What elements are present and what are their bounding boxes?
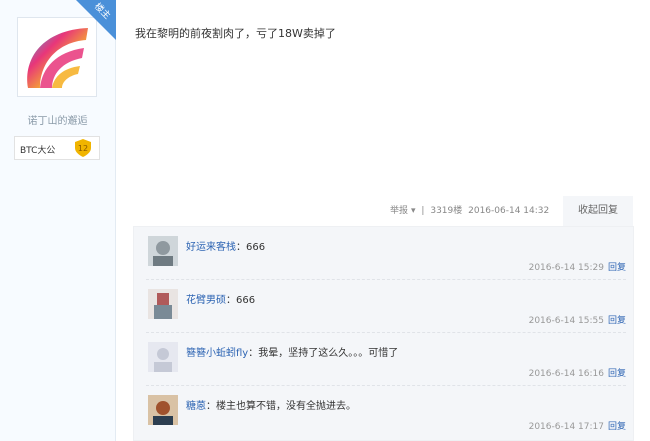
list-item: 簪簪小蚯蚓fly：我晕，坚持了这么久。。。可惜了 2016-6-14 16:16… [146,333,626,386]
list-item: 好运来客栈：666 2016-6-14 15:29 回复 [146,227,626,280]
reply-content: 楼主也算不错，没有全抛进去。 [216,401,356,412]
reply-avatar[interactable] [148,236,178,266]
list-item: 糖蒽：楼主也算不错，没有全抛进去。 2016-6-14 17:17 回复 [146,386,626,438]
member-badge[interactable]: BTC大公 12 [14,136,100,160]
reply-nickname[interactable]: 花臂男硕 [186,295,226,306]
reply-button[interactable]: 回复 [608,369,626,379]
post-content: 我在黎明的前夜割肉了，亏了18W卖掉了 [135,27,336,40]
floor-number: 3319楼 [430,206,463,216]
member-badge-name: BTC大公 [20,146,56,156]
reply-time: 2016-6-14 15:29 [528,263,604,273]
reply-nickname[interactable]: 簪簪小蚯蚓fly [186,348,248,359]
member-badge-level: 12 [78,144,88,153]
reply-time: 2016-6-14 16:16 [528,369,604,379]
reply-button[interactable]: 回复 [608,422,626,432]
separator: | [421,206,425,216]
op-badge: 楼主 [76,0,116,40]
reply-nickname[interactable]: 好运来客栈 [186,242,236,253]
reply-content: 我晕，坚持了这么久。。。可惜了 [258,348,399,359]
reply-avatar[interactable] [148,395,178,425]
post-time: 2016-06-14 14:32 [468,206,550,216]
level-shield-icon: 12 [73,139,93,157]
collapse-replies-button[interactable]: 收起回复 [563,196,633,226]
post-meta-bar: 举报 ▾ | 3319楼 2016-06-14 14:32 [390,203,552,216]
report-link[interactable]: 举报 [390,206,408,216]
reply-content: 666 [236,295,256,306]
chevron-down-icon[interactable]: ▾ [411,206,416,216]
reply-avatar[interactable] [148,289,178,319]
author-sidebar: 楼主 诺丁山的邂逅 BTC大公 12 [0,0,116,441]
reply-nickname[interactable]: 糖蒽 [186,401,206,412]
author-username[interactable]: 诺丁山的邂逅 [0,112,115,127]
reply-avatar[interactable] [148,342,178,372]
reply-button[interactable]: 回复 [608,263,626,273]
list-item: 花臂男硕：666 2016-6-14 15:55 回复 [146,280,626,333]
reply-time: 2016-6-14 17:17 [528,422,604,432]
reply-time: 2016-6-14 15:55 [528,316,604,326]
reply-content: 666 [246,242,266,253]
reply-list: 好运来客栈：666 2016-6-14 15:29 回复 花臂男硕：666 201… [133,226,634,441]
reply-button[interactable]: 回复 [608,316,626,326]
